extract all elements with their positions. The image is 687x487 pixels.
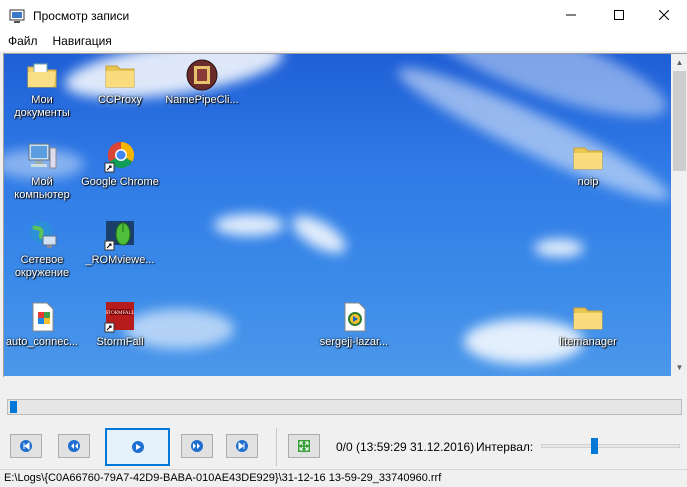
menu-navigation[interactable]: Навигация [45, 34, 119, 48]
application-icon [186, 59, 218, 91]
minimize-button[interactable] [548, 0, 594, 31]
scroll-down-icon[interactable]: ▼ [671, 359, 687, 376]
desktop-icon-label: CCProxy [97, 94, 142, 106]
vertical-scroll-thumb[interactable] [673, 71, 686, 171]
playback-controls: 0/0 (13:59:29 31.12.2016) Интервал: [0, 425, 687, 469]
desktop-icon-romviewer[interactable]: _ROMviewe... [82, 218, 158, 267]
close-icon [658, 9, 670, 23]
vertical-scrollbar[interactable]: ▲ ▼ [671, 54, 687, 376]
mouse-app-icon [104, 221, 134, 251]
menu-bar: Файл Навигация [0, 31, 687, 51]
desktop-icon-my-documents[interactable]: Мои документы [4, 58, 80, 120]
desktop-icon-my-computer[interactable]: Мой компьютер [4, 140, 80, 202]
documents-folder-icon [27, 63, 57, 88]
controls-separator [276, 428, 277, 466]
desktop-icon-label: Мой компьютер [14, 176, 70, 201]
desktop-icon-label: Google Chrome [81, 176, 159, 188]
folder-icon [573, 147, 603, 170]
desktop-icon-label: NamePipeCli... [165, 94, 239, 106]
recording-viewer-window: Просмотр записи Файл Навигация Мои докум… [0, 0, 687, 487]
interval-label: Интервал: [476, 440, 534, 454]
cloud [286, 208, 352, 261]
file-path: E:\Logs\{C0A66760-79A7-42D9-BABA-010AE43… [4, 472, 442, 484]
first-icon [20, 440, 32, 452]
desktop-icon-namepipecli[interactable]: NamePipeCli... [164, 58, 240, 107]
status-bar: E:\Logs\{C0A66760-79A7-42D9-BABA-010AE43… [0, 469, 687, 487]
scroll-left-icon[interactable]: ◀ [4, 376, 21, 377]
svg-text:STORMFALL: STORMFALL [105, 311, 134, 316]
recording-viewport[interactable]: Мои документы CCProxy NamePipeCli... Мой… [3, 53, 687, 377]
player-window-icon [9, 8, 25, 24]
last-icon [236, 440, 248, 452]
desktop-icon-network[interactable]: Сетевое окружение [4, 218, 80, 280]
desktop-icon-label: litemanager [559, 336, 617, 348]
playback-progress-thumb[interactable] [10, 401, 17, 413]
last-frame-button[interactable] [226, 434, 258, 458]
desktop-icon-litemanager[interactable]: litemanager [550, 300, 626, 349]
desktop-icon-label: Сетевое окружение [14, 254, 70, 279]
desktop-icon-google-chrome[interactable]: Google Chrome [81, 140, 159, 189]
desktop-icon-stormfall[interactable]: STORMFALL StormFall [82, 300, 158, 349]
maximize-icon [614, 9, 624, 23]
position-readout: 0/0 (13:59:29 31.12.2016) [336, 440, 475, 454]
title-bar[interactable]: Просмотр записи [0, 0, 687, 31]
maximize-button[interactable] [596, 0, 642, 31]
previous-icon [68, 440, 80, 452]
play-button[interactable] [105, 428, 170, 466]
script-file-icon [32, 302, 54, 332]
horizontal-scrollbar[interactable]: ◀ ▶ [4, 376, 671, 377]
cloud [214, 214, 284, 236]
next-frame-button[interactable] [181, 434, 213, 458]
interval-slider-track[interactable] [541, 444, 680, 448]
desktop-icon-label: noip [577, 176, 599, 188]
window-title: Просмотр записи [33, 8, 130, 23]
desktop-icon-label: _ROMviewe... [85, 254, 155, 266]
close-button[interactable] [641, 0, 687, 31]
network-icon [30, 221, 57, 248]
next-icon [191, 440, 203, 452]
desktop-icon-label: auto_connec... [5, 336, 79, 348]
fit-screen-button[interactable] [288, 434, 320, 458]
desktop-icon-auto-connect[interactable]: auto_connec... [4, 300, 80, 349]
desktop-icon-label: StormFall [96, 336, 144, 348]
previous-frame-button[interactable] [58, 434, 90, 458]
fit-screen-icon [298, 440, 310, 452]
desktop-icon-sergejj-lazar[interactable]: sergejj-lazar... [316, 300, 392, 349]
menu-file[interactable]: Файл [0, 34, 45, 48]
desktop-icon-ccproxy[interactable]: CCProxy [82, 58, 158, 107]
recorded-desktop: Мои документы CCProxy NamePipeCli... Мой… [4, 54, 679, 376]
folder-icon [573, 307, 603, 330]
interval-slider-thumb[interactable] [591, 438, 598, 454]
desktop-icon-label: Мои документы [14, 94, 70, 119]
game-icon: STORMFALL [104, 302, 135, 333]
minimize-icon [566, 9, 576, 23]
chrome-icon [104, 141, 135, 173]
playback-progress-track[interactable] [7, 399, 682, 415]
desktop-icon-noip[interactable]: noip [550, 140, 626, 189]
scroll-corner [671, 376, 687, 377]
desktop-icon-label: sergejj-lazar... [319, 336, 389, 348]
first-frame-button[interactable] [10, 434, 42, 458]
play-icon [131, 441, 144, 453]
media-file-icon [344, 302, 366, 332]
computer-icon [28, 143, 57, 169]
scroll-up-icon[interactable]: ▲ [671, 54, 687, 71]
folder-icon [105, 65, 135, 88]
cloud [534, 239, 584, 257]
scroll-right-icon[interactable]: ▶ [654, 376, 671, 377]
